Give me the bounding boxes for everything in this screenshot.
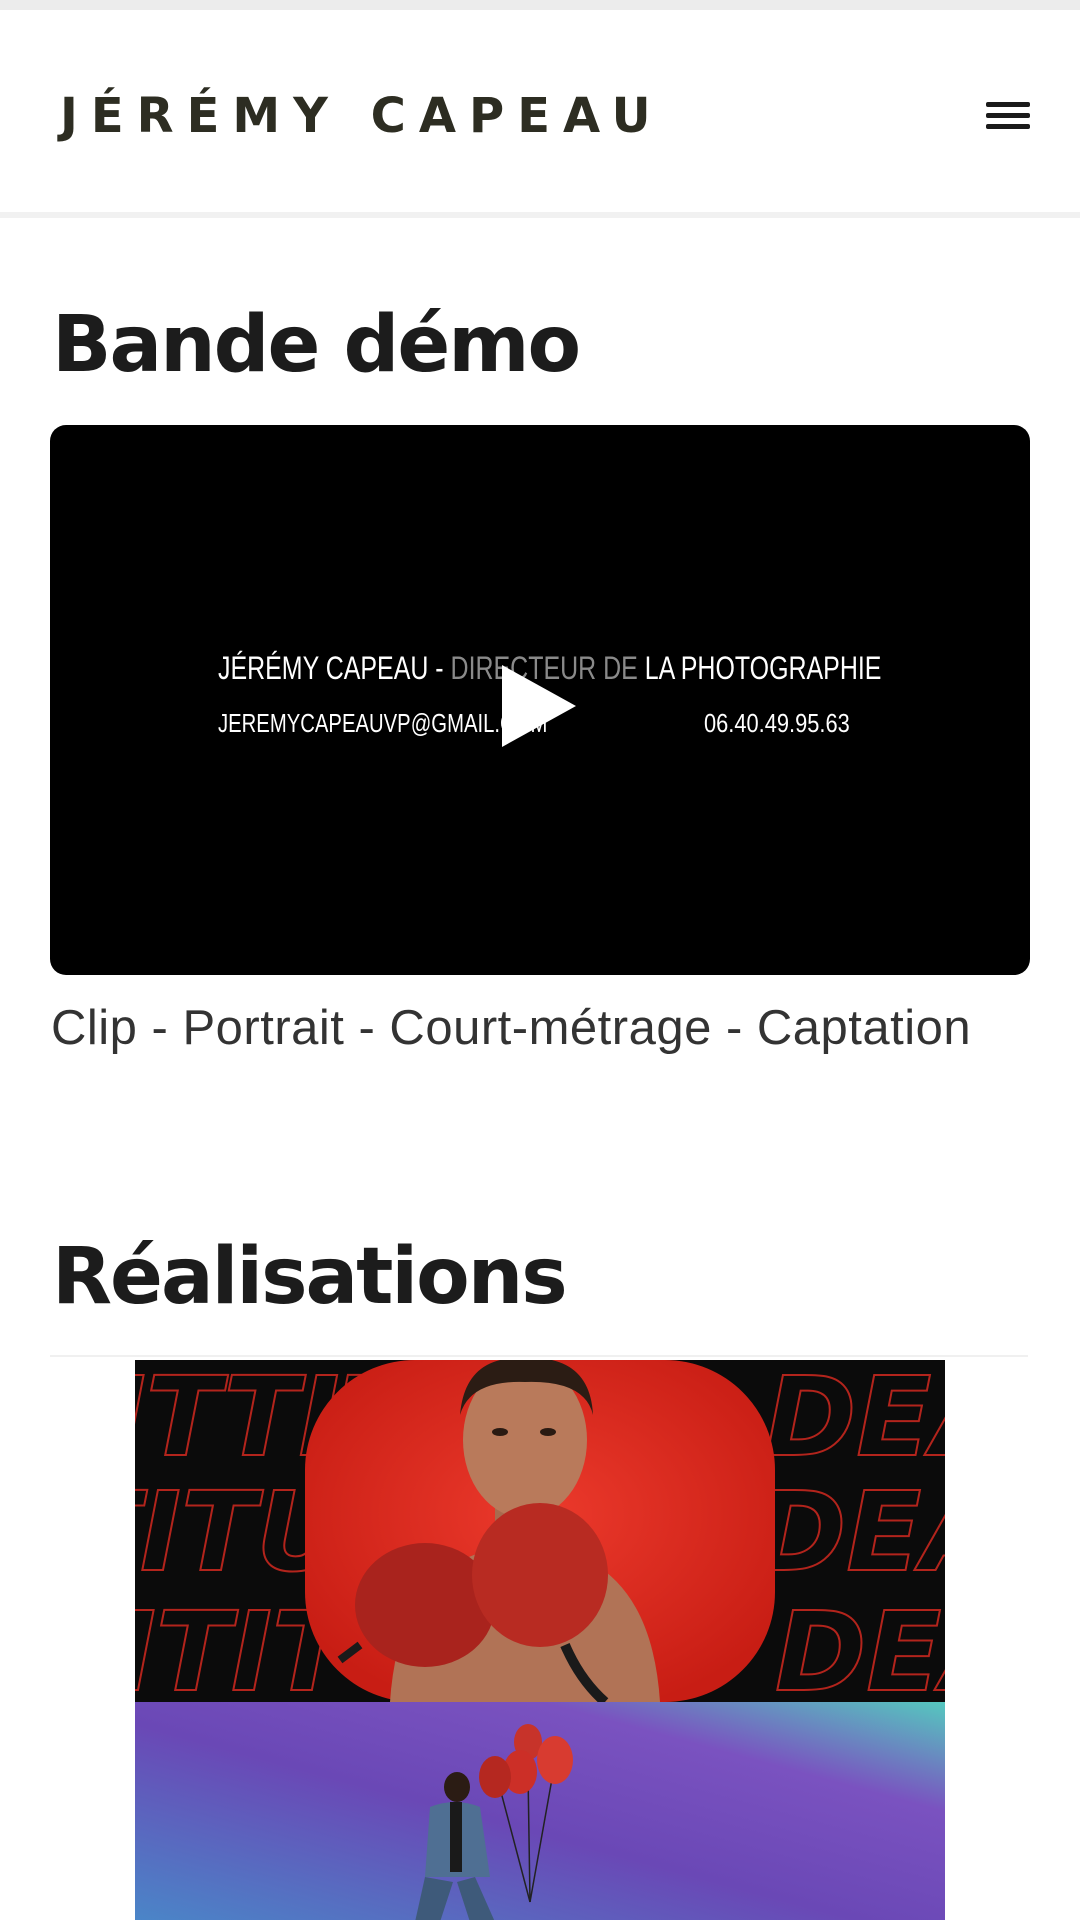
balloons-portrait-image	[135, 1702, 945, 1920]
menu-bar	[986, 102, 1030, 107]
site-brand-logo[interactable]: JÉRÉMY CAPEAU	[60, 88, 664, 144]
video-name: JÉRÉMY CAPEAU -	[218, 650, 451, 686]
menu-bar	[986, 113, 1030, 118]
svg-text:DEAT: DEAT	[755, 1468, 945, 1596]
play-icon[interactable]	[500, 663, 578, 749]
boxing-portrait-thumbnail[interactable]: ITTITU TITUDE ITITUI DEAT DEAT DEAT	[135, 1360, 945, 1702]
video-email: JEREMYCAPEAUVP@GMAIL.COM	[218, 708, 548, 738]
demo-categories-caption: Clip - Portrait - Court-métrage - Captat…	[51, 1001, 972, 1055]
demo-video-player[interactable]: JÉRÉMY CAPEAU - DIRECTEUR DE LA PHOTOGRA…	[50, 425, 1030, 975]
site-header: JÉRÉMY CAPEAU	[0, 10, 1080, 218]
menu-bar	[986, 124, 1030, 129]
hamburger-menu-icon[interactable]	[980, 90, 1036, 140]
page: JÉRÉMY CAPEAU Bande démo JÉRÉMY CAPEAU -…	[0, 0, 1080, 1920]
demo-section-title: Bande démo	[52, 300, 581, 390]
boxing-portrait-image: ITTITU TITUDE ITITUI DEAT DEAT DEAT	[135, 1360, 945, 1702]
top-divider	[0, 0, 1080, 10]
video-phone: 06.40.49.95.63	[704, 708, 850, 738]
video-role: LA PHOTOGRAPHIE	[644, 650, 882, 686]
realisations-section-title: Réalisations	[52, 1232, 568, 1322]
balloons-portrait-thumbnail[interactable]	[135, 1702, 945, 1920]
svg-text:DEAT: DEAT	[765, 1360, 945, 1481]
svg-text:DEAT: DEAT	[775, 1588, 945, 1702]
realisations-gallery: ITTITU TITUDE ITITUI DEAT DEAT DEAT	[50, 1355, 1028, 1920]
